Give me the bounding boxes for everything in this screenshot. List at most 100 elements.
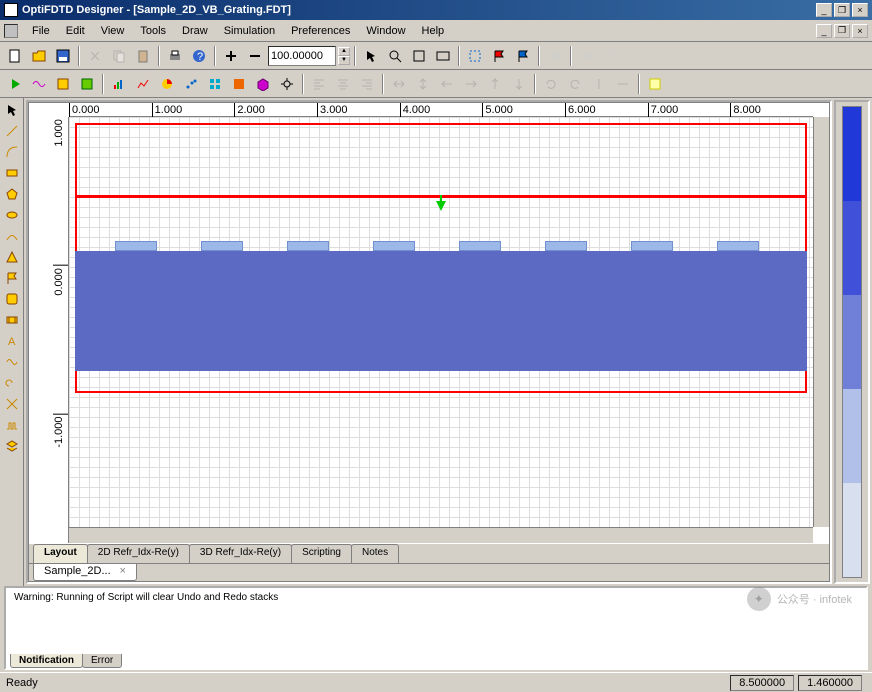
chart-button-8[interactable] [276, 73, 298, 95]
print-button[interactable] [164, 45, 186, 67]
annotation-button[interactable] [644, 73, 666, 95]
tab-layout[interactable]: Layout [33, 544, 88, 563]
sim-button-2[interactable] [52, 73, 74, 95]
arrow-down-button[interactable] [508, 73, 530, 95]
run-button[interactable] [4, 73, 26, 95]
tool-ellipse[interactable] [2, 205, 22, 225]
save-button[interactable] [52, 45, 74, 67]
help-button[interactable]: ? [188, 45, 210, 67]
tool-text[interactable]: A [2, 331, 22, 351]
menu-window[interactable]: Window [358, 23, 413, 39]
horizontal-scrollbar[interactable] [69, 527, 813, 543]
menu-preferences[interactable]: Preferences [283, 23, 358, 39]
tab-scripting[interactable]: Scripting [291, 544, 352, 563]
tool-shape1[interactable] [2, 289, 22, 309]
tool-wave[interactable] [2, 352, 22, 372]
open-button[interactable] [28, 45, 50, 67]
menu-view[interactable]: View [93, 23, 133, 39]
tool-select[interactable] [2, 100, 22, 120]
tool-spiral[interactable] [2, 373, 22, 393]
new-button[interactable] [4, 45, 26, 67]
tool-shape2[interactable] [2, 310, 22, 330]
message-panel: Warning: Running of Script will clear Un… [4, 586, 868, 670]
tool-line[interactable] [2, 121, 22, 141]
tool-rect[interactable] [2, 163, 22, 183]
chart-button-6[interactable] [228, 73, 250, 95]
maximize-button[interactable]: ❐ [834, 3, 850, 17]
tab-2d-refidx[interactable]: 2D Refr_Idx-Re(y) [87, 544, 190, 563]
align-left-button[interactable] [308, 73, 330, 95]
tab-3d-refidx[interactable]: 3D Refr_Idx-Re(y) [189, 544, 292, 563]
menu-tools[interactable]: Tools [132, 23, 174, 39]
menu-file[interactable]: File [24, 23, 58, 39]
file-tab-sample[interactable]: Sample_2D... × [33, 564, 137, 581]
tool-arc[interactable] [2, 142, 22, 162]
chart-button-3[interactable] [156, 73, 178, 95]
new-icon [8, 49, 22, 63]
close-button[interactable]: × [852, 3, 868, 17]
menu-edit[interactable]: Edit [58, 23, 93, 39]
zoom-tool-button[interactable] [384, 45, 406, 67]
chart-button-7[interactable] [252, 73, 274, 95]
tool-grating[interactable] [2, 415, 22, 435]
mdi-close-button[interactable]: × [852, 24, 868, 38]
select-region-button[interactable] [464, 45, 486, 67]
close-tab-icon[interactable]: × [119, 565, 125, 577]
window-title: OptiFDTD Designer - [Sample_2D_VB_Gratin… [22, 4, 816, 16]
tool-poly[interactable] [2, 184, 22, 204]
disabled-tool-2 [576, 45, 598, 67]
design-canvas[interactable] [69, 117, 813, 527]
rotate-tool-4[interactable] [612, 73, 634, 95]
arrow-up-button[interactable] [484, 73, 506, 95]
flag-blue-button[interactable] [512, 45, 534, 67]
tool-layer[interactable] [2, 436, 22, 456]
sim-button-1[interactable] [28, 73, 50, 95]
mdi-minimize-button[interactable]: _ [816, 24, 832, 38]
minimize-button[interactable]: _ [816, 3, 832, 17]
grating-elements[interactable] [75, 241, 807, 251]
substrate-region[interactable] [75, 251, 807, 371]
svg-text:A: A [8, 336, 16, 348]
chart-button-1[interactable] [108, 73, 130, 95]
chart-button-5[interactable] [204, 73, 226, 95]
rotate-tool-1[interactable] [540, 73, 562, 95]
rotate-tool-3[interactable] [588, 73, 610, 95]
flip-h-button[interactable] [388, 73, 410, 95]
zoom-fit-button[interactable] [408, 45, 430, 67]
zoom-spinner[interactable]: ▲▼ [338, 47, 350, 65]
pointer-button[interactable] [360, 45, 382, 67]
chart-button-4[interactable] [180, 73, 202, 95]
arrow-right-button[interactable] [460, 73, 482, 95]
chart-button-2[interactable] [132, 73, 154, 95]
zoom-minus-button[interactable] [244, 45, 266, 67]
tab-notification[interactable]: Notification [10, 654, 83, 668]
cut-button[interactable] [84, 45, 106, 67]
tool-triangle[interactable] [2, 247, 22, 267]
source-marker-arrow[interactable] [436, 201, 446, 211]
arrow-left-button[interactable] [436, 73, 458, 95]
flip-v-button[interactable] [412, 73, 434, 95]
paste-button[interactable] [132, 45, 154, 67]
left-toolbox: A [0, 98, 24, 586]
rotate-tool-2[interactable] [564, 73, 586, 95]
menu-draw[interactable]: Draw [174, 23, 216, 39]
align-right-button[interactable] [356, 73, 378, 95]
tool-flag[interactable] [2, 268, 22, 288]
menu-simulation[interactable]: Simulation [216, 23, 283, 39]
copy-button[interactable] [108, 45, 130, 67]
sim-button-3[interactable] [76, 73, 98, 95]
tab-error[interactable]: Error [82, 654, 122, 668]
arc-icon [5, 145, 19, 159]
zoom-input[interactable] [268, 46, 336, 66]
mdi-restore-button[interactable]: ❐ [834, 24, 850, 38]
flag-red-button[interactable] [488, 45, 510, 67]
play-icon [8, 77, 22, 91]
tool-curve[interactable] [2, 226, 22, 246]
tab-notes[interactable]: Notes [351, 544, 399, 563]
menu-help[interactable]: Help [414, 23, 453, 39]
vertical-scrollbar[interactable] [813, 117, 829, 527]
align-center-button[interactable] [332, 73, 354, 95]
zoom-plus-button[interactable] [220, 45, 242, 67]
tool-cross[interactable] [2, 394, 22, 414]
zoom-all-button[interactable] [432, 45, 454, 67]
